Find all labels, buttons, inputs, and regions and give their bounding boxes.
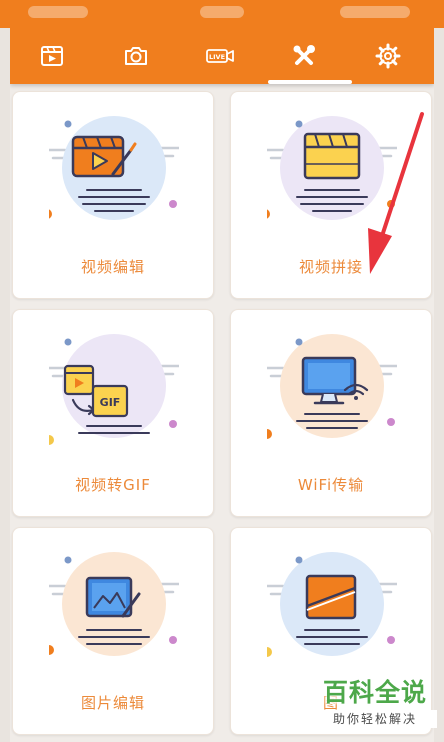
tab-settings[interactable] (346, 28, 430, 84)
tool-label: 图 (322, 694, 339, 712)
video-edit-icon (49, 116, 179, 220)
tab-camera[interactable] (94, 28, 178, 84)
camera-icon (125, 47, 147, 65)
gear-icon (375, 43, 401, 69)
tool-card-image-edit[interactable]: 图片编辑 (12, 527, 214, 735)
live-label: LIVE (209, 53, 225, 61)
tool-label: 视频拼接 (298, 258, 363, 276)
selected-tab-indicator (268, 80, 352, 84)
gif-convert-icon: GIF (49, 334, 179, 445)
wifi-transfer-icon (267, 334, 397, 439)
tab-tools[interactable] (262, 28, 346, 84)
status-bar (0, 0, 444, 28)
tab-video[interactable] (10, 28, 94, 84)
tool-card-wifi-transfer[interactable]: WiFi传输 (230, 309, 432, 517)
tab-live[interactable]: LIVE (178, 28, 262, 84)
tool-card-video-to-gif[interactable]: GIF 视频转GIF (12, 309, 214, 517)
tool-label: 图片编辑 (80, 694, 145, 712)
tool-label: 视频转GIF (75, 476, 151, 494)
video-merge-icon (267, 116, 397, 220)
top-toolbar: LIVE (10, 28, 434, 84)
tools-icon (293, 45, 315, 65)
film-icon (41, 46, 63, 66)
tool-card-image-merge[interactable]: 图 (230, 527, 432, 735)
app-window: LIVE 视频编辑 视频拼接 GIF 视频转GIF WiFi传输 图片编辑 图 (10, 28, 434, 742)
image-edit-icon (49, 552, 179, 656)
live-video-icon: LIVE (206, 49, 234, 63)
tool-label: WiFi传输 (297, 476, 365, 494)
image-merge-icon (267, 552, 397, 657)
tool-card-video-edit[interactable]: 视频编辑 (12, 91, 214, 299)
tool-card-video-merge[interactable]: 视频拼接 (230, 91, 432, 299)
tool-label: 视频编辑 (80, 258, 145, 276)
gif-badge-text: GIF (100, 396, 121, 409)
